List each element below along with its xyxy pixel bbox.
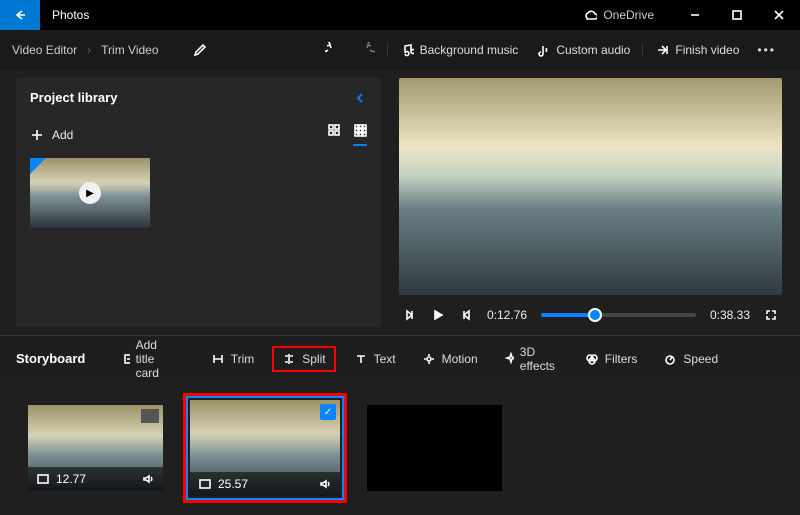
view-switch <box>327 123 367 146</box>
frame-back-icon[interactable] <box>403 308 417 322</box>
filters-icon <box>585 352 599 366</box>
fullscreen-icon[interactable] <box>764 308 778 322</box>
time-total: 0:38.33 <box>710 308 750 322</box>
breadcrumb: Video Editor › Trim Video <box>12 43 207 57</box>
project-library-title: Project library <box>30 90 117 105</box>
split-button[interactable]: Split <box>272 346 335 372</box>
storyboard-title: Storyboard <box>16 351 85 366</box>
speed-icon <box>663 352 677 366</box>
plus-icon <box>30 128 44 142</box>
title-bar: Photos OneDrive <box>0 0 800 30</box>
minimize-button[interactable] <box>674 0 716 30</box>
music-icon <box>400 43 414 57</box>
breadcrumb-current[interactable]: Trim Video <box>101 43 158 57</box>
library-clip-thumbnail[interactable]: ▶ <box>30 158 150 228</box>
filters-button[interactable]: Filters <box>577 348 646 370</box>
finish-video-button[interactable]: Finish video <box>655 43 739 57</box>
player-controls: 0:12.76 0:38.33 <box>399 295 782 335</box>
motion-icon <box>422 352 436 366</box>
close-icon <box>772 8 786 22</box>
motion-button[interactable]: Motion <box>414 348 486 370</box>
project-library-panel: Project library Add ▶ <box>16 78 381 327</box>
clip-duration: 25.57 <box>218 477 248 491</box>
text-button[interactable]: Text <box>346 348 404 370</box>
video-preview[interactable] <box>399 78 782 295</box>
onedrive-status[interactable]: OneDrive <box>583 8 674 22</box>
maximize-icon <box>730 8 744 22</box>
pencil-icon[interactable] <box>193 43 207 57</box>
storyboard-clip[interactable]: 12.77 <box>28 405 163 491</box>
selected-corner-icon <box>30 158 46 174</box>
frame-forward-icon[interactable] <box>459 308 473 322</box>
main-area: Project library Add ▶ 0:12.76 <box>0 70 800 335</box>
clip-marker-icon <box>141 409 159 423</box>
text-icon <box>354 352 368 366</box>
trim-icon <box>211 352 225 366</box>
minimize-icon <box>688 8 702 22</box>
sparkle-icon <box>504 352 514 366</box>
storyboard-toolbar: Storyboard Add title card Trim Split Tex… <box>0 335 800 381</box>
more-icon[interactable]: ••• <box>757 43 776 57</box>
main-toolbar: Video Editor › Trim Video Background mus… <box>0 30 800 70</box>
clip-duration: 12.77 <box>56 472 86 486</box>
view-small-icon[interactable] <box>353 123 367 146</box>
split-icon <box>282 352 296 366</box>
time-current: 0:12.76 <box>487 308 527 322</box>
preview-panel: 0:12.76 0:38.33 <box>381 70 800 335</box>
background-music-button[interactable]: Background music <box>400 43 519 57</box>
seek-bar[interactable] <box>541 313 696 317</box>
maximize-button[interactable] <box>716 0 758 30</box>
storyboard-clip-selected[interactable]: ✓ 25.57 <box>183 393 347 503</box>
chevron-right-icon: › <box>87 43 91 57</box>
custom-audio-button[interactable]: Custom audio <box>536 43 630 57</box>
check-icon: ✓ <box>320 404 336 420</box>
speed-button[interactable]: Speed <box>655 348 726 370</box>
storyboard-empty-slot[interactable] <box>367 405 502 491</box>
play-icon[interactable] <box>431 308 445 322</box>
export-icon <box>655 43 669 57</box>
back-button[interactable] <box>0 0 40 30</box>
collapse-icon[interactable] <box>353 91 367 105</box>
storyboard-track: 12.77 ✓ 25.57 <box>0 381 800 515</box>
volume-icon[interactable] <box>141 472 155 486</box>
volume-icon[interactable] <box>318 477 332 491</box>
trim-button[interactable]: Trim <box>203 348 263 370</box>
view-large-icon[interactable] <box>327 123 341 146</box>
app-title: Photos <box>40 8 89 22</box>
arrow-left-icon <box>13 8 27 22</box>
cloud-icon <box>583 8 597 22</box>
clip-icon <box>198 477 212 491</box>
title-card-icon <box>123 352 129 366</box>
close-button[interactable] <box>758 0 800 30</box>
add-title-card-button[interactable]: Add title card <box>115 334 174 384</box>
undo-icon[interactable] <box>325 42 341 58</box>
breadcrumb-root[interactable]: Video Editor <box>12 43 77 57</box>
play-overlay-icon: ▶ <box>79 182 101 204</box>
3d-effects-button[interactable]: 3D effects <box>496 341 567 377</box>
add-media-button[interactable]: Add <box>30 128 73 142</box>
audio-icon <box>536 43 550 57</box>
clip-icon <box>36 472 50 486</box>
redo-icon[interactable] <box>359 42 375 58</box>
